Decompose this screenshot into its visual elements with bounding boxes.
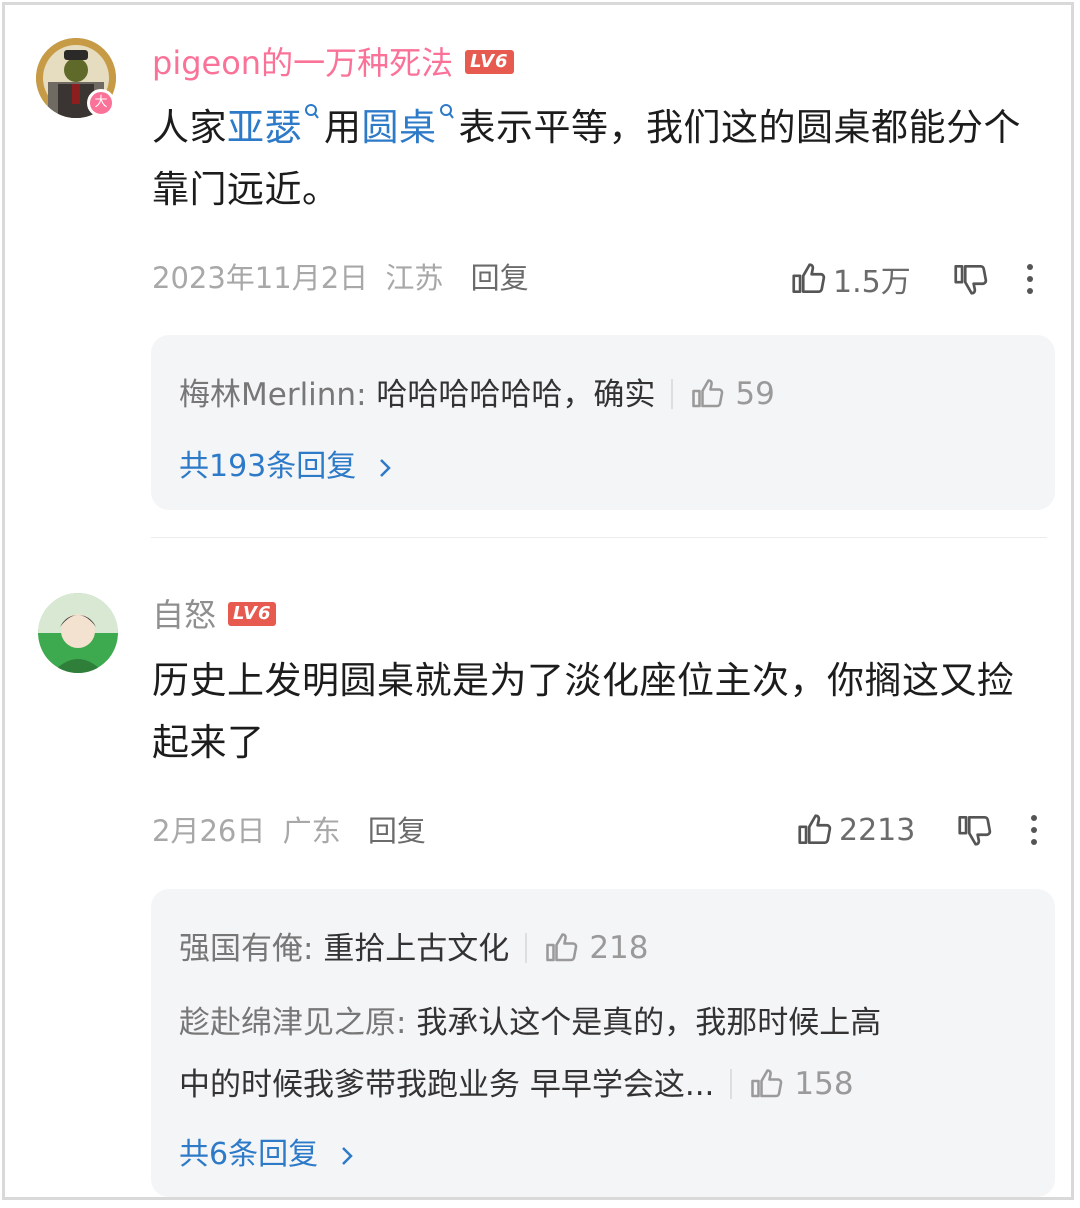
timestamp: 2023年11月2日 xyxy=(152,261,369,295)
reply-preview-box[interactable]: 梅林Merlinn: 哈哈哈哈哈哈，确实 59 共193条回复 xyxy=(151,335,1055,510)
reply-preview[interactable]: 强国有俺: 重拾上古文化 218 xyxy=(179,919,648,981)
comment-meta: 2023年11月2日 江苏 回复 xyxy=(152,260,529,296)
reply-preview[interactable]: 梅林Merlinn: 哈哈哈哈哈哈，确实 59 xyxy=(179,365,775,427)
chevron-right-icon xyxy=(341,1146,353,1165)
vip-badge: 大 xyxy=(87,89,115,117)
reply-preview[interactable]: 趁赴绵津见之原: 我承认这个是真的，我那时候上高 xyxy=(179,993,881,1053)
comment-text: 历史上发明圆桌就是为了淡化座位主次，你搁这又捡起来了 xyxy=(152,659,1015,764)
reply-button[interactable]: 回复 xyxy=(368,814,426,848)
location: 广东 xyxy=(282,814,341,848)
reply-text: 重拾上古文化 xyxy=(323,931,510,967)
search-icon xyxy=(305,104,319,119)
kebab-menu-icon[interactable] xyxy=(1029,812,1039,848)
username-text[interactable]: pigeon的一万种死法 xyxy=(152,44,453,82)
reply-preview-box[interactable]: 强国有俺: 重拾上古文化 218 趁赴绵津见之原: 我承认这个是真的，我那时候上高… xyxy=(151,889,1055,1197)
search-icon xyxy=(439,104,454,119)
username[interactable]: 自怒 LV6 xyxy=(152,595,277,635)
chevron-right-icon xyxy=(379,458,391,477)
comment-meta: 2月26日 广东 回复 xyxy=(152,813,426,849)
thumbs-up-icon[interactable] xyxy=(795,811,833,849)
reply-like-count: 59 xyxy=(735,375,775,412)
comment-feed: 大 pigeon的一万种死法 LV6 人家亚瑟 用圆桌 表示平等，我们这的圆桌都能分个… xyxy=(2,2,1074,1200)
reply-username[interactable]: 梅林Merlinn: xyxy=(179,377,367,413)
divider xyxy=(730,1068,733,1099)
thumbs-down-icon[interactable] xyxy=(955,811,993,849)
comment-actions: 1.5万 xyxy=(789,257,1035,301)
view-more-replies[interactable]: 共193条回复 xyxy=(179,447,394,487)
username[interactable]: pigeon的一万种死法 LV6 xyxy=(152,43,514,83)
reply-username[interactable]: 强国有俺: xyxy=(179,931,313,967)
like-count: 2213 xyxy=(839,812,916,848)
timestamp: 2月26日 xyxy=(152,814,266,848)
reply-username[interactable]: 趁赴绵津见之原: xyxy=(179,1005,406,1041)
reply-like-count: 158 xyxy=(794,1065,854,1102)
reply-like[interactable]: 158 xyxy=(748,1054,854,1114)
level-badge: LV6 xyxy=(228,602,277,626)
reply-like[interactable]: 218 xyxy=(543,918,648,978)
username-text[interactable]: 自怒 xyxy=(152,596,216,634)
level-badge: LV6 xyxy=(465,50,514,74)
reply-like-count: 218 xyxy=(589,929,649,966)
avatar[interactable] xyxy=(38,593,118,673)
like-count: 1.5万 xyxy=(833,265,911,300)
reply-text: 哈哈哈哈哈哈，确实 xyxy=(376,377,656,413)
reply-text: 中的时候我爹带我跑业务 早早学会这... xyxy=(179,1067,715,1103)
comment-actions: 2213 xyxy=(795,811,1039,849)
comment-text: 人家亚瑟 用圆桌 表示平等，我们这的圆桌都能分个靠门远近。 xyxy=(152,97,1052,221)
reply-text: 我承认这个是真的，我那时候上高 xyxy=(416,1005,882,1041)
divider xyxy=(671,378,674,409)
thumbs-up-icon[interactable] xyxy=(689,376,725,412)
reply-button[interactable]: 回复 xyxy=(471,261,529,295)
keyword-link[interactable]: 亚瑟 xyxy=(227,104,324,149)
comment-divider xyxy=(151,537,1047,538)
keyword-link[interactable]: 圆桌 xyxy=(362,104,459,149)
location: 江苏 xyxy=(385,261,444,295)
view-more-replies[interactable]: 共6条回复 xyxy=(179,1135,356,1175)
reply-like[interactable]: 59 xyxy=(689,364,775,424)
thumbs-down-icon[interactable] xyxy=(951,260,989,298)
thumbs-up-icon[interactable] xyxy=(789,260,827,298)
thumbs-up-icon[interactable] xyxy=(748,1066,784,1102)
kebab-menu-icon[interactable] xyxy=(1025,261,1035,297)
thumbs-up-icon[interactable] xyxy=(543,930,579,966)
divider xyxy=(525,932,528,963)
reply-preview-continuation: 中的时候我爹带我跑业务 早早学会这... 158 xyxy=(179,1055,854,1117)
